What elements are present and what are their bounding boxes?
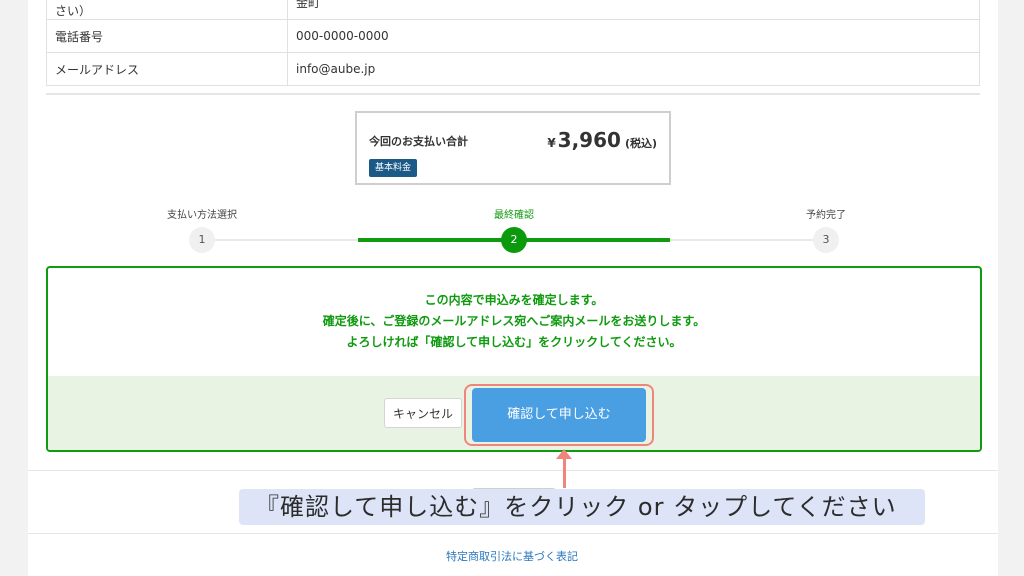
confirm-line-1: この内容で申込みを確定します。 (424, 293, 604, 307)
row-value: info@aube.jp (287, 52, 980, 86)
confirm-message: この内容で申込みを確定します。 確定後に、ご登録のメールアドレス宛へご案内メール… (48, 290, 980, 353)
table-row: メールアドレス info@aube.jp (46, 52, 980, 86)
footer-divider (28, 533, 998, 534)
confirm-panel: この内容で申込みを確定します。 確定後に、ご登録のメールアドレス宛へご案内メール… (46, 266, 982, 452)
plan-badge: 基本料金 (369, 159, 418, 177)
currency-symbol: ¥ (547, 136, 556, 150)
confirm-line-3: よろしければ「確認して申し込む」をクリックしてください。 (346, 335, 682, 349)
confirm-actions: キャンセル 確認して申し込む (48, 376, 980, 450)
step-circle-2: 2 (501, 227, 527, 253)
confirm-submit-button[interactable]: 確認して申し込む (472, 388, 646, 442)
legal-notice-link[interactable]: 特定商取引法に基づく表記 (0, 548, 1024, 564)
step-label-payment: 支払い方法選択 (167, 210, 237, 221)
step-circle-1: 1 (189, 227, 215, 253)
step-circle-3: 3 (813, 227, 839, 253)
arrow-up-icon (556, 449, 572, 459)
instruction-caption: 『確認して申し込む』をクリック or タップしてください (239, 489, 925, 525)
table-row: 電話番号 000-0000-0000 (46, 19, 980, 53)
total-label: 今回のお支払い合計 (369, 135, 468, 148)
row-label: 町名以降の住所（ここから入力してください） (46, 0, 288, 20)
tax-note: (税込) (624, 137, 657, 150)
row-value: 金町 (287, 0, 980, 20)
row-label: 電話番号 (46, 19, 288, 53)
step-label-confirm: 最終確認 (494, 210, 534, 221)
annotation-arrow (563, 456, 566, 488)
payment-total-box: 今回のお支払い合計 ¥3,960 (税込) 基本料金 (355, 111, 671, 185)
step-label-complete: 予約完了 (806, 210, 846, 221)
confirm-line-2: 確定後に、ご登録のメールアドレス宛へご案内メールをお送りします。 (322, 314, 706, 328)
row-label: メールアドレス (46, 52, 288, 86)
table-row: 町名以降の住所（ここから入力してください） 金町 (46, 0, 980, 20)
total-amount: ¥3,960 (税込) (547, 128, 657, 152)
lower-divider (28, 470, 998, 471)
section-divider (46, 93, 980, 95)
total-amount-value: 3,960 (557, 128, 621, 152)
cancel-button[interactable]: キャンセル (384, 398, 462, 428)
row-value: 000-0000-0000 (287, 19, 980, 53)
customer-info-table: 町名以降の住所（ここから入力してください） 金町 電話番号 000-0000-0… (46, 0, 980, 86)
